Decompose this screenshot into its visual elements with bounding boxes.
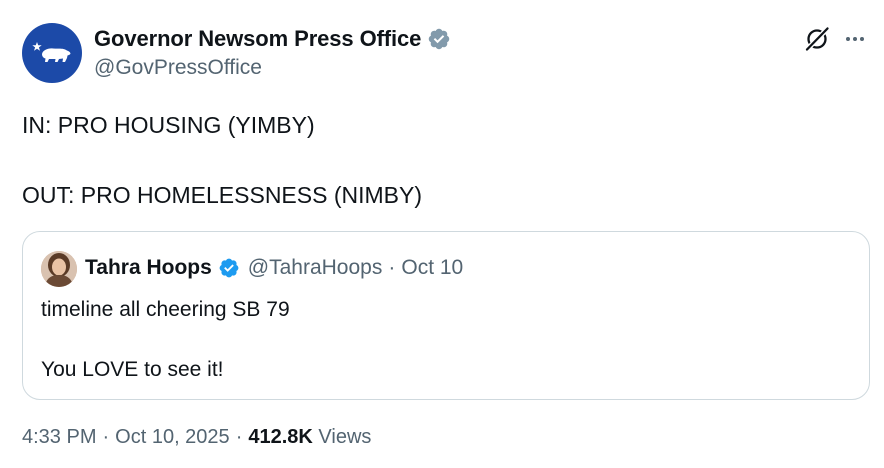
quoted-tweet-body: timeline all cheering SB 79 You LOVE to … bbox=[41, 295, 290, 385]
author-handle[interactable]: @GovPressOffice bbox=[94, 56, 262, 80]
verified-badge-icon[interactable] bbox=[427, 27, 451, 51]
quoted-tweet-header: Tahra Hoops @TahraHoops · Oct 10 bbox=[85, 256, 463, 280]
tweet-time[interactable]: 4:33 PM bbox=[22, 426, 96, 448]
more-options-icon[interactable] bbox=[842, 26, 868, 52]
quoted-tweet-text-line: timeline all cheering SB 79 bbox=[41, 298, 290, 321]
tweet-text-line: OUT: PRO HOMELESSNESS (NIMBY) bbox=[22, 182, 423, 208]
quoted-tweet-text-line: You LOVE to see it! bbox=[41, 358, 224, 381]
tweet-body: IN: PRO HOUSING (YIMBY) OUT: PRO HOMELES… bbox=[22, 108, 422, 213]
views-label[interactable]: Views bbox=[318, 426, 371, 448]
author-name-line: Governor Newsom Press Office bbox=[94, 26, 451, 52]
quoted-author-avatar[interactable] bbox=[41, 251, 77, 287]
california-bear-logo-icon bbox=[32, 42, 71, 62]
separator-dot: · bbox=[102, 426, 110, 448]
tweet-header: Governor Newsom Press Office @GovPressOf… bbox=[22, 22, 868, 86]
views-count[interactable]: 412.8K bbox=[248, 426, 313, 448]
separator-dot: · bbox=[388, 256, 396, 279]
tweet-date[interactable]: Oct 10, 2025 bbox=[115, 426, 230, 448]
author-display-name[interactable]: Governor Newsom Press Office bbox=[94, 26, 421, 52]
quoted-tweet-card[interactable]: Tahra Hoops @TahraHoops · Oct 10 timelin… bbox=[22, 231, 870, 400]
tweet-meta: 4:33 PM · Oct 10, 2025 · 412.8K Views bbox=[22, 426, 371, 449]
tweet-text-line: IN: PRO HOUSING (YIMBY) bbox=[22, 112, 315, 138]
quoted-author-name[interactable]: Tahra Hoops bbox=[85, 256, 212, 280]
grok-icon[interactable] bbox=[804, 26, 830, 52]
quoted-author-handle[interactable]: @TahraHoops bbox=[248, 256, 383, 280]
separator-dot: · bbox=[235, 426, 243, 448]
verified-badge-icon[interactable] bbox=[218, 257, 240, 279]
quoted-author-photo bbox=[41, 251, 77, 287]
author-avatar[interactable] bbox=[22, 23, 82, 83]
quoted-tweet-date[interactable]: Oct 10 bbox=[401, 256, 463, 280]
